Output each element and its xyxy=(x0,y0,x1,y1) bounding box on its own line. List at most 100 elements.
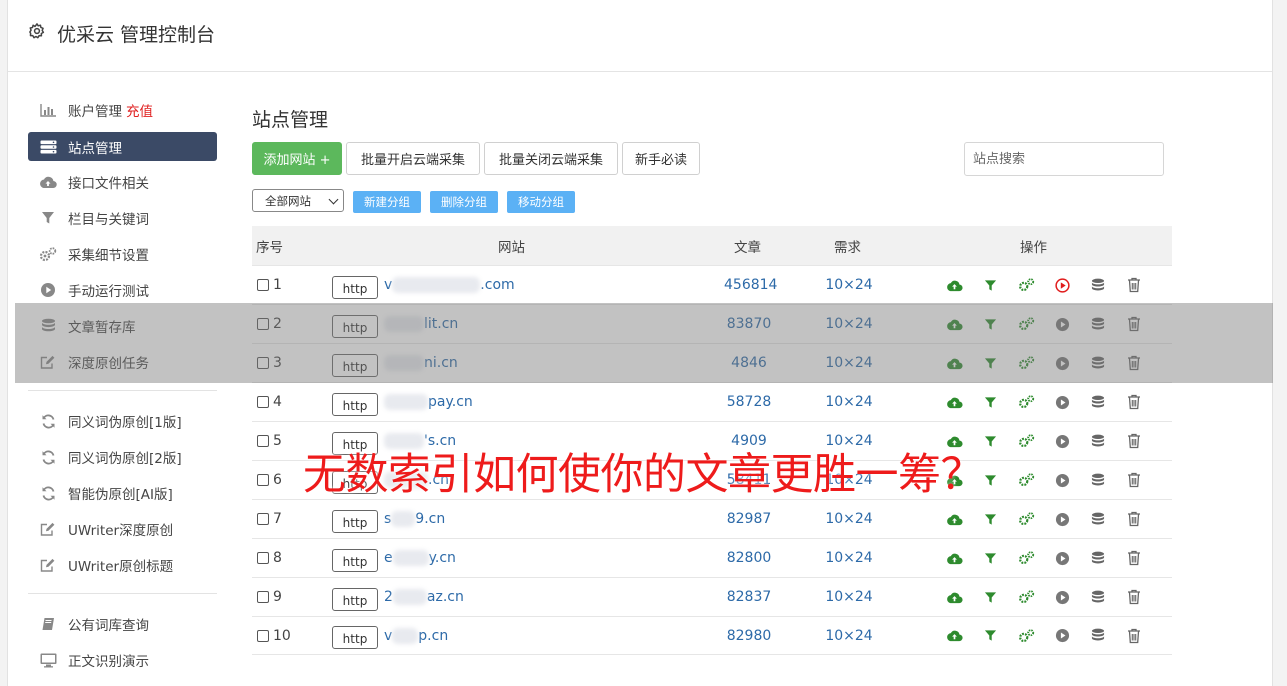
trash-icon[interactable] xyxy=(1116,626,1152,646)
sidebar-item-uwriter-deep[interactable]: UWriter深度原创 xyxy=(28,511,217,547)
row-checkbox[interactable] xyxy=(257,279,269,291)
add-site-button[interactable]: 添加网站 + xyxy=(252,142,342,175)
filter-icon[interactable] xyxy=(972,314,1008,334)
database-icon[interactable] xyxy=(1080,548,1116,568)
database-icon[interactable] xyxy=(1080,431,1116,451)
table-row[interactable]: 7 http s 9.cn 82987 10×24 xyxy=(252,499,1172,538)
demand-link[interactable]: 10×24 xyxy=(824,394,874,410)
table-row[interactable]: 2 http lit.cn 83870 10×24 xyxy=(252,304,1172,343)
database-icon[interactable] xyxy=(1080,275,1116,295)
sidebar-item-sites[interactable]: 站点管理 xyxy=(28,132,217,161)
filter-icon[interactable] xyxy=(972,275,1008,295)
trash-icon[interactable] xyxy=(1116,587,1152,607)
cogs-icon[interactable] xyxy=(1008,509,1044,529)
table-row[interactable]: 8 http e y.cn 82800 10×24 xyxy=(252,538,1172,577)
filter-icon[interactable] xyxy=(972,509,1008,529)
sidebar-item-api-files[interactable]: 接口文件相关 xyxy=(28,164,217,200)
filter-icon[interactable] xyxy=(972,626,1008,646)
site-link[interactable]: e y.cn xyxy=(384,550,456,566)
site-link[interactable]: 2 az.cn xyxy=(384,589,464,605)
play-circle-icon[interactable] xyxy=(1044,314,1080,334)
row-checkbox[interactable] xyxy=(257,318,269,330)
demand-link[interactable]: 10×24 xyxy=(824,589,874,605)
sidebar-item-columns-keywords[interactable]: 栏目与关键词 xyxy=(28,200,217,236)
sidebar-item-text-recognition[interactable]: 正文识别演示 xyxy=(28,642,217,678)
trash-icon[interactable] xyxy=(1116,314,1152,334)
article-count-link[interactable]: 456814 xyxy=(724,277,777,293)
cogs-icon[interactable] xyxy=(1008,470,1044,490)
sidebar-item-collect-settings[interactable]: 采集细节设置 xyxy=(28,236,217,272)
cloud-upload-icon[interactable] xyxy=(936,509,972,529)
site-filter-select[interactable]: 全部网站 xyxy=(252,189,344,212)
row-checkbox[interactable] xyxy=(257,435,269,447)
sidebar-item-account[interactable]: 账户管理 充值 xyxy=(28,92,217,128)
cloud-upload-icon[interactable] xyxy=(936,353,972,373)
play-circle-icon[interactable] xyxy=(1044,275,1080,295)
sidebar-item-manual-run[interactable]: 手动运行测试 xyxy=(28,272,217,308)
demand-link[interactable]: 10×24 xyxy=(824,628,874,644)
sidebar-item-deep-original[interactable]: 深度原创任务 xyxy=(28,344,217,380)
cloud-upload-icon[interactable] xyxy=(936,314,972,334)
site-link[interactable]: ni.cn xyxy=(384,355,458,371)
play-circle-icon[interactable] xyxy=(1044,587,1080,607)
database-icon[interactable] xyxy=(1080,392,1116,412)
database-icon[interactable] xyxy=(1080,353,1116,373)
trash-icon[interactable] xyxy=(1116,509,1152,529)
trash-icon[interactable] xyxy=(1116,275,1152,295)
trash-icon[interactable] xyxy=(1116,470,1152,490)
cloud-upload-icon[interactable] xyxy=(936,626,972,646)
row-checkbox[interactable] xyxy=(257,513,269,525)
database-icon[interactable] xyxy=(1080,314,1116,334)
site-link[interactable]: v .com xyxy=(384,277,515,293)
table-row[interactable]: 9 http 2 az.cn 82837 10×24 xyxy=(252,577,1172,616)
trash-icon[interactable] xyxy=(1116,392,1152,412)
table-row[interactable]: 4 http pay.cn 58728 10×24 xyxy=(252,382,1172,421)
play-circle-icon[interactable] xyxy=(1044,626,1080,646)
article-count-link[interactable]: 58728 xyxy=(724,394,774,410)
new-group-button[interactable]: 新建分组 xyxy=(353,191,421,213)
sidebar-item-synonym-v1[interactable]: 同义词伪原创[1版] xyxy=(28,403,217,439)
cogs-icon[interactable] xyxy=(1008,353,1044,373)
site-link[interactable]: s 9.cn xyxy=(384,511,445,527)
demand-link[interactable]: 10×24 xyxy=(824,316,874,332)
play-circle-icon[interactable] xyxy=(1044,470,1080,490)
sidebar-item-public-lexicon[interactable]: 公有词库查询 xyxy=(28,606,217,642)
database-icon[interactable] xyxy=(1080,470,1116,490)
cogs-icon[interactable] xyxy=(1008,587,1044,607)
play-circle-icon[interactable] xyxy=(1044,509,1080,529)
play-circle-icon[interactable] xyxy=(1044,353,1080,373)
row-checkbox[interactable] xyxy=(257,357,269,369)
site-search-input[interactable] xyxy=(964,142,1164,176)
row-checkbox[interactable] xyxy=(257,474,269,486)
article-count-link[interactable]: 82980 xyxy=(724,628,774,644)
trash-icon[interactable] xyxy=(1116,548,1152,568)
cogs-icon[interactable] xyxy=(1008,314,1044,334)
row-checkbox[interactable] xyxy=(257,396,269,408)
play-circle-icon[interactable] xyxy=(1044,431,1080,451)
demand-link[interactable]: 10×24 xyxy=(824,277,874,293)
demand-link[interactable]: 10×24 xyxy=(824,355,874,371)
cogs-icon[interactable] xyxy=(1008,548,1044,568)
cloud-upload-icon[interactable] xyxy=(936,275,972,295)
site-link[interactable]: v p.cn xyxy=(384,627,448,644)
article-count-link[interactable]: 83870 xyxy=(724,316,774,332)
article-count-link[interactable]: 82800 xyxy=(724,550,774,566)
article-count-link[interactable]: 82837 xyxy=(724,589,774,605)
delete-group-button[interactable]: 删除分组 xyxy=(430,191,498,213)
article-count-link[interactable]: 82987 xyxy=(724,511,774,527)
row-checkbox[interactable] xyxy=(257,552,269,564)
database-icon[interactable] xyxy=(1080,626,1116,646)
article-count-link[interactable]: 4846 xyxy=(724,355,774,371)
trash-icon[interactable] xyxy=(1116,353,1152,373)
table-row[interactable]: 1 http v .com 456814 10×24 xyxy=(252,265,1172,304)
move-group-button[interactable]: 移动分组 xyxy=(507,191,575,213)
trash-icon[interactable] xyxy=(1116,431,1152,451)
batch-open-cloud-button[interactable]: 批量开启云端采集 xyxy=(346,142,480,175)
cloud-upload-icon[interactable] xyxy=(936,587,972,607)
database-icon[interactable] xyxy=(1080,587,1116,607)
sidebar-item-article-storage[interactable]: 文章暂存库 xyxy=(28,308,217,344)
site-link[interactable]: pay.cn xyxy=(384,394,473,410)
table-row[interactable]: 10 http v p.cn 82980 10×24 xyxy=(252,616,1172,655)
filter-icon[interactable] xyxy=(972,587,1008,607)
site-link[interactable]: lit.cn xyxy=(384,316,458,332)
